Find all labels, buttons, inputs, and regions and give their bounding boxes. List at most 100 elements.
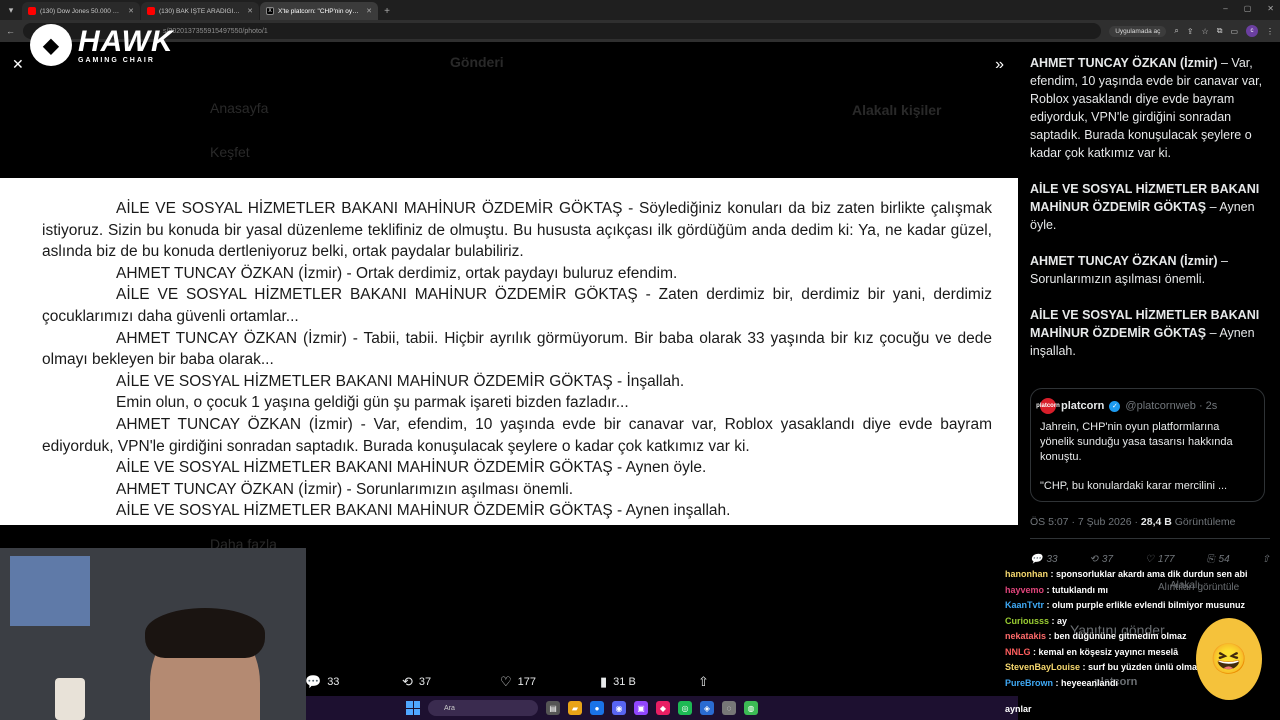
close-window-icon[interactable]: ✕ bbox=[1267, 4, 1274, 13]
quoted-post-header: platcorn platcorn ✓ @platcornweb · 2s bbox=[1036, 398, 1255, 414]
maximize-icon[interactable]: ▢ bbox=[1244, 4, 1252, 13]
share-button[interactable]: ⇧ bbox=[698, 674, 709, 690]
sidebar-action-bar: 💬 33 ⟲ 37 ♡ 177 ⎘ 54 ⇧ bbox=[1030, 554, 1270, 565]
views-label: Görüntüleme bbox=[1171, 516, 1236, 528]
address-bar-actions: Uygulamada aç ⌕ ⇪ ☆ ⧉ ▭ c ⋮ bbox=[1109, 25, 1274, 37]
quoted-post-card[interactable]: platcorn platcorn ✓ @platcornweb · 2s Ja… bbox=[1030, 388, 1265, 502]
doc-line: AHMET TUNCAY ÖZKAN (İzmir) - Ortak derdi… bbox=[116, 264, 678, 282]
views-button[interactable]: ▮ 31 B bbox=[600, 674, 636, 690]
close-tab-icon[interactable]: ✕ bbox=[247, 7, 253, 15]
repost-count: 37 bbox=[418, 676, 432, 688]
chat-user: Curiousss bbox=[1005, 615, 1050, 626]
app-icon[interactable]: ◈ bbox=[700, 701, 714, 715]
upload-share-icon: ⇧ bbox=[698, 674, 709, 689]
chat-user: KaanTvtr bbox=[1005, 600, 1045, 610]
file-explorer-icon[interactable]: ▰ bbox=[568, 701, 582, 715]
chrome-icon[interactable]: ● bbox=[590, 701, 604, 715]
profile-avatar[interactable]: c bbox=[1246, 25, 1258, 37]
post-timestamp[interactable]: ÖS 5:07 · 7 Şub 2026 · bbox=[1030, 516, 1141, 528]
extensions-icon[interactable]: ⧉ bbox=[1217, 26, 1223, 36]
bookmark-star-icon[interactable]: ☆ bbox=[1202, 27, 1209, 36]
repost-button[interactable]: ⟲ 37 bbox=[1090, 554, 1114, 565]
task-view-icon[interactable]: ▤ bbox=[546, 701, 560, 715]
window-controls: – ▢ ✕ bbox=[1223, 4, 1274, 13]
post-paragraph: AİLE VE SOSYAL HİZMETLER BAKANI MAHİNUR … bbox=[1030, 180, 1266, 234]
quoted-post-body: Jahrein, CHP'nin oyun platformlarına yön… bbox=[1040, 421, 1233, 463]
like-button[interactable]: ♡ 177 bbox=[500, 674, 536, 690]
zoom-icon[interactable]: ⌕ bbox=[1174, 26, 1178, 36]
chat-text: kemal en köşesiz yayıncı meselā bbox=[1038, 646, 1179, 657]
chat-text: ben düğününe gitmedim olmaz bbox=[1054, 631, 1187, 641]
sidepanel-icon[interactable]: ▭ bbox=[1230, 27, 1238, 36]
taskbar-search[interactable]: Ara bbox=[428, 700, 538, 716]
avatar: platcorn bbox=[1036, 398, 1060, 414]
author-handle: @platcornweb · 2s bbox=[1125, 400, 1218, 412]
reply-icon: 💬 bbox=[1030, 554, 1043, 565]
app-icon[interactable]: ◌ bbox=[722, 701, 736, 715]
views-count: 31 B bbox=[613, 676, 636, 688]
open-in-app-button[interactable]: Uygulamada aç bbox=[1109, 25, 1167, 37]
quoted-post-excerpt: "CHP, bu konulardaki karar mercilini ... bbox=[1040, 480, 1228, 492]
back-icon[interactable]: ← bbox=[6, 26, 15, 36]
share-button[interactable]: ⇧ bbox=[1262, 554, 1270, 565]
doc-line: AHMET TUNCAY ÖZKAN (İzmir) - Var, efendi… bbox=[42, 415, 992, 455]
doc-line: Emin olun, o çocuk 1 yaşına geldiği gün … bbox=[116, 394, 629, 412]
ghost-explore: Keşfet bbox=[210, 144, 250, 160]
emote-laughing-icon: 😆 bbox=[1196, 618, 1262, 700]
doc-line: AİLE VE SOSYAL HİZMETLER BAKANI MAHİNUR … bbox=[42, 286, 992, 325]
heart-icon: ♡ bbox=[1144, 554, 1154, 565]
chat-text: heyeeanlandı bbox=[1061, 677, 1119, 688]
document-image: AİLE VE SOSYAL HİZMETLER BAKANI MAHİNUR … bbox=[0, 178, 1018, 525]
spotify-icon[interactable]: ◎ bbox=[678, 701, 692, 715]
upload-share-icon: ⇧ bbox=[1261, 554, 1270, 565]
browser-tab-3[interactable]: X X'te platcorn: "CHP'nin oyunla ✕ bbox=[260, 2, 378, 20]
verified-badge-icon: ✓ bbox=[1109, 400, 1121, 412]
close-tab-icon[interactable]: ✕ bbox=[128, 7, 134, 15]
close-tab-icon[interactable]: ✕ bbox=[366, 7, 372, 15]
tab-title: (130) Dow Jones 50.000 Oldu ! bbox=[40, 7, 125, 15]
chat-text: tutuklandı mı bbox=[1052, 584, 1109, 595]
bookmark-count: 54 bbox=[1218, 554, 1230, 565]
browser-tab-2[interactable]: (130) BAK İŞTE ARADIĞIM OYUN ✕ bbox=[141, 2, 259, 20]
ghost-post-title: Gönderi bbox=[450, 54, 504, 70]
doc-line: AİLE VE SOSYAL HİZMETLER BAKANI MAHİNUR … bbox=[116, 502, 731, 520]
divider bbox=[1030, 538, 1270, 539]
doc-line: AİLE VE SOSYAL HİZMETLER BAKANI MAHİNUR … bbox=[42, 200, 992, 261]
new-tab-button[interactable]: + bbox=[379, 2, 395, 20]
chat-user: PureBrown bbox=[1005, 677, 1054, 688]
browser-tab-1[interactable]: (130) Dow Jones 50.000 Oldu ! ✕ bbox=[22, 2, 140, 20]
reply-button[interactable]: 💬 33 bbox=[1030, 554, 1058, 565]
address-bar-row: ← s/2020137355915497550/photo/1 Uygulama… bbox=[0, 20, 1280, 42]
share-icon[interactable]: ⇪ bbox=[1187, 27, 1194, 36]
x-icon: X bbox=[266, 7, 274, 15]
discord-icon[interactable]: ◉ bbox=[612, 701, 626, 715]
minimize-icon[interactable]: – bbox=[1223, 4, 1227, 13]
expand-sidebar-icon[interactable]: » bbox=[995, 56, 1004, 74]
chat-message: KaanTvtr : olum purple erlikle evlendi b… bbox=[1005, 600, 1246, 610]
like-button[interactable]: ♡ 177 bbox=[1145, 554, 1175, 565]
chat-text: sponsorluklar akardı ama dik durdun sen … bbox=[1056, 569, 1248, 579]
author-name[interactable]: platcorn bbox=[1061, 400, 1104, 412]
twitch-icon[interactable]: ▣ bbox=[634, 701, 648, 715]
close-viewer-icon[interactable]: ✕ bbox=[12, 56, 24, 73]
chat-user: hayvemo bbox=[1005, 584, 1045, 595]
browser-menu-icon[interactable]: ⋮ bbox=[1266, 27, 1274, 36]
bookmark-button[interactable]: ⎘ 54 bbox=[1207, 554, 1230, 565]
doc-line: AHMET TUNCAY ÖZKAN (İzmir) - Sorunlarımı… bbox=[116, 480, 574, 498]
logo-name: HAWK bbox=[78, 24, 174, 58]
streamer-webcam bbox=[0, 548, 306, 720]
app-icon[interactable]: ◆ bbox=[656, 701, 670, 715]
post-text: AHMET TUNCAY ÖZKAN (İzmir) – Var, efendi… bbox=[1030, 54, 1266, 378]
post-paragraph: AHMET TUNCAY ÖZKAN (İzmir) – Var, efendi… bbox=[1030, 54, 1266, 162]
heart-icon: ♡ bbox=[500, 674, 512, 689]
windows-start-icon[interactable] bbox=[406, 701, 420, 715]
reply-button[interactable]: 💬 33 bbox=[305, 674, 339, 690]
repost-button[interactable]: ⟲ 37 bbox=[402, 674, 431, 690]
app-icon[interactable]: ◍ bbox=[744, 701, 758, 715]
url-field[interactable]: s/2020137355915497550/photo/1 bbox=[23, 23, 1102, 39]
like-count: 177 bbox=[517, 676, 537, 688]
tab-menu-icon[interactable]: ▾ bbox=[2, 1, 20, 19]
speech: – Var, efendim, 10 yaşında evde bir cana… bbox=[1030, 56, 1263, 160]
bottom-text: aynlar bbox=[1005, 704, 1032, 714]
post-view-count: 28,4 B bbox=[1140, 516, 1172, 528]
